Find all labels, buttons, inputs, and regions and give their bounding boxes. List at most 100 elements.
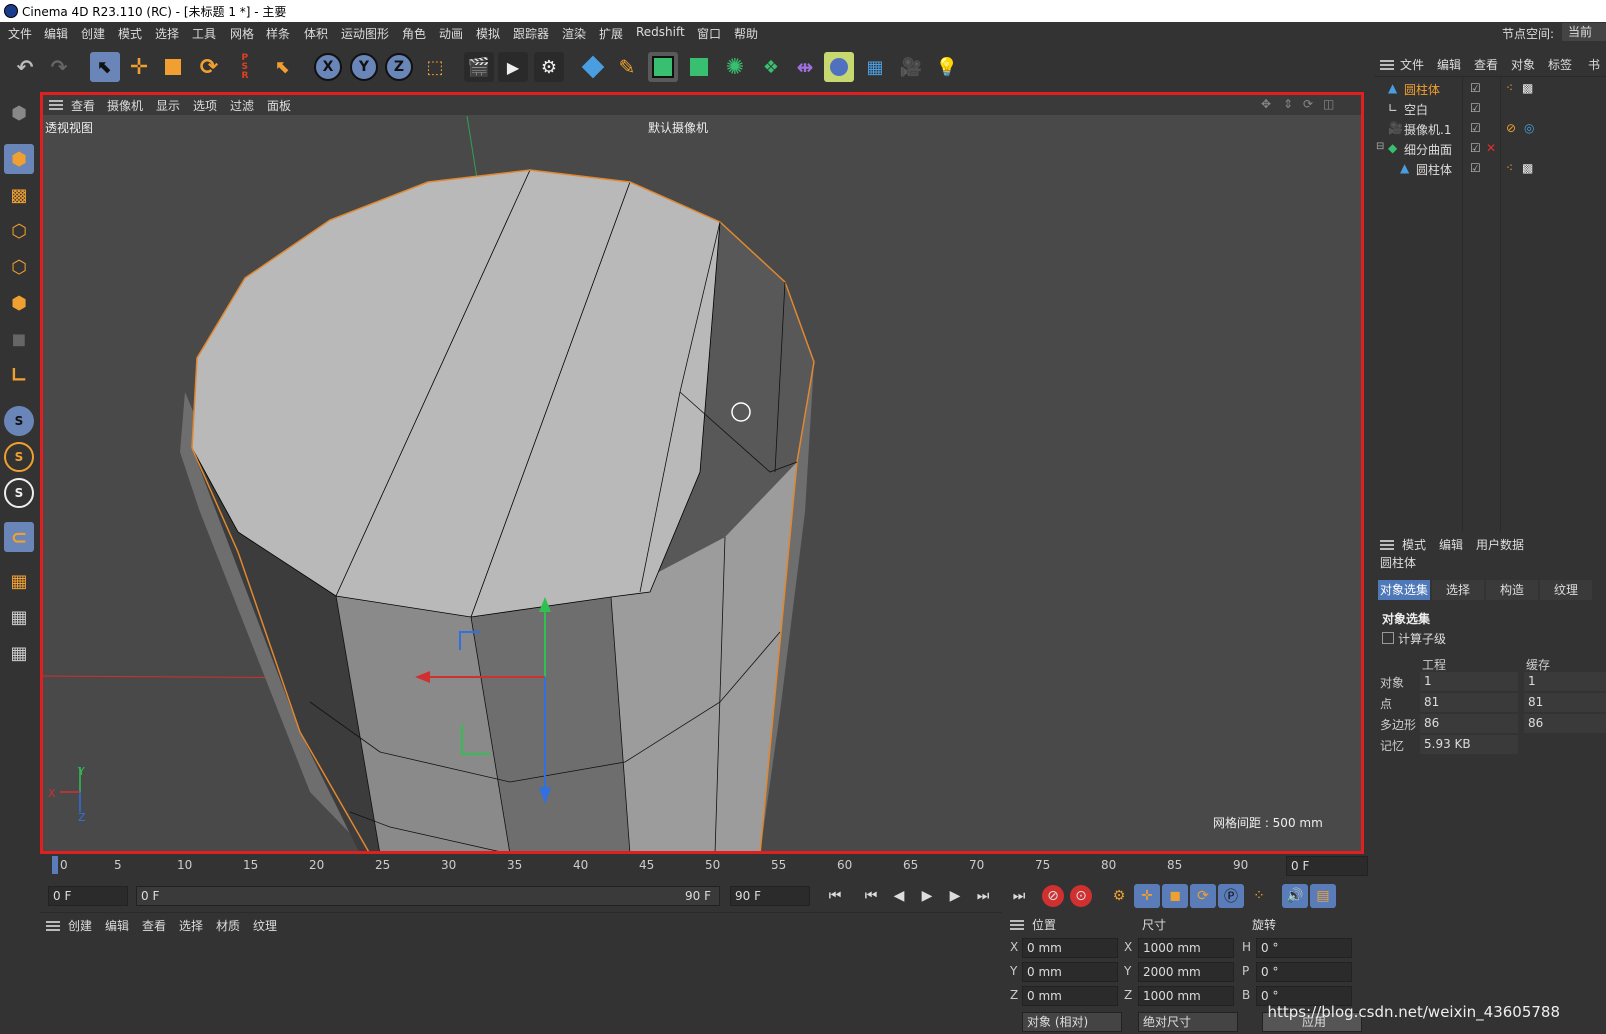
phong-tag-icon[interactable]: ⁖	[1506, 81, 1513, 95]
mat-menu-select[interactable]: 选择	[179, 917, 203, 934]
undo-icon[interactable]: ↶	[10, 52, 40, 82]
key-pla-icon[interactable]: ⁘	[1246, 884, 1272, 908]
menu-redshift[interactable]: Redshift	[636, 25, 685, 39]
uvw-tag-icon[interactable]: ▩	[1522, 161, 1533, 175]
key-parameter-icon[interactable]: Ⓟ	[1218, 884, 1244, 908]
play-icon[interactable]: ▶	[914, 884, 940, 908]
uv-mode-icon[interactable]: ◼	[4, 324, 34, 354]
perspective-viewport[interactable]: 查看 摄像机 显示 选项 过滤 面板 ✥ ⇕ ⟳ ◫ 透视视图 默认摄像机 网格…	[40, 92, 1364, 854]
menu-animation[interactable]: 动画	[439, 25, 463, 42]
coordinate-system-icon[interactable]: ⬚	[420, 52, 450, 82]
object-row-null[interactable]: ∟ 空白 ☑	[1374, 99, 1606, 119]
obj-menu-tags[interactable]: 标签	[1548, 56, 1572, 73]
menu-tools[interactable]: 工具	[192, 25, 216, 42]
phong-tag-icon[interactable]: ⁖	[1506, 161, 1513, 175]
position-y-field[interactable]: 0 mm	[1022, 962, 1118, 982]
playhead[interactable]	[52, 856, 58, 874]
move-tool-icon[interactable]: ✛	[124, 52, 154, 82]
size-x-field[interactable]: 1000 mm	[1138, 938, 1234, 958]
point-mode-icon[interactable]: ⬡	[4, 216, 34, 246]
start-frame-field[interactable]: 0 F	[48, 886, 128, 906]
menu-window[interactable]: 窗口	[697, 25, 721, 42]
sound-icon[interactable]: 🔊	[1282, 884, 1308, 908]
menu-spline[interactable]: 样条	[266, 25, 290, 42]
render-settings-icon[interactable]: ⚙	[534, 52, 564, 82]
size-y-field[interactable]: 2000 mm	[1138, 962, 1234, 982]
next-frame-icon[interactable]: ▶	[942, 884, 968, 908]
menu-mograph[interactable]: 运动图形	[341, 25, 389, 42]
go-to-start-icon[interactable]: ⏮	[822, 884, 848, 908]
solo-off-button[interactable]: S	[4, 478, 34, 508]
uvw-tag-icon[interactable]: ▩	[1522, 81, 1533, 95]
next-key-icon[interactable]: ⏭	[970, 884, 996, 908]
locked-workplane-icon[interactable]: ▦	[4, 602, 34, 632]
key-position-icon[interactable]: ✛	[1134, 884, 1160, 908]
render-picture-viewer-icon[interactable]: ▶	[498, 52, 528, 82]
subdivision-generator-icon[interactable]	[648, 52, 678, 82]
key-scale-icon[interactable]: ◼	[1162, 884, 1188, 908]
axis-z-button[interactable]: Z	[385, 53, 413, 81]
solo-button[interactable]: S	[4, 406, 34, 436]
solo-hierarchy-button[interactable]: S	[4, 442, 34, 472]
menu-volume[interactable]: 体积	[304, 25, 328, 42]
rotate-tool-icon[interactable]: ⟳	[194, 52, 224, 82]
size-mode-select[interactable]: 绝对尺寸	[1138, 1012, 1238, 1032]
workplane-icon[interactable]: ▦	[4, 566, 34, 596]
pen-spline-icon[interactable]: ✎	[612, 52, 642, 82]
size-z-field[interactable]: 1000 mm	[1138, 986, 1234, 1006]
field-icon[interactable]	[824, 52, 854, 82]
visibility-check-icon[interactable]: ☑	[1470, 161, 1481, 175]
recent-tool-icon[interactable]: ⬉	[268, 52, 298, 82]
texture-mode-icon[interactable]: ▩	[4, 180, 34, 210]
mograph-icon[interactable]: ❖	[756, 52, 786, 82]
floor-icon[interactable]: ▦	[860, 52, 890, 82]
previous-frame-icon[interactable]: ◀	[886, 884, 912, 908]
menu-simulate[interactable]: 模拟	[476, 25, 500, 42]
make-editable-icon[interactable]: ⬢	[4, 98, 34, 128]
current-frame-field[interactable]: 0 F	[1286, 856, 1368, 876]
compute-children-checkbox[interactable]	[1382, 632, 1394, 644]
timeline-ruler[interactable]: 0 5 10 15 20 25 30 35 40 45 50 55 60 65 …	[40, 856, 1370, 878]
mat-menu-edit[interactable]: 编辑	[105, 917, 129, 934]
mat-menu-material[interactable]: 材质	[216, 917, 240, 934]
edge-mode-icon[interactable]: ⬡	[4, 252, 34, 282]
position-z-field[interactable]: 0 mm	[1022, 986, 1118, 1006]
obj-menu-file[interactable]: 文件	[1400, 56, 1424, 73]
mat-menu-view[interactable]: 查看	[142, 917, 166, 934]
collapse-icon[interactable]: ⊟	[1376, 141, 1384, 152]
menu-tracker[interactable]: 跟踪器	[513, 25, 549, 42]
scale-tool-icon[interactable]	[158, 52, 188, 82]
planar-workplane-icon[interactable]: ▦	[4, 638, 34, 668]
record-keys-icon[interactable]: ⊘	[1042, 885, 1064, 907]
timeline-window-icon[interactable]: ▤	[1310, 884, 1336, 908]
cloner-icon[interactable]: ✺	[720, 52, 750, 82]
menu-mesh[interactable]: 网格	[230, 25, 254, 42]
polygon-mode-icon[interactable]: ⬢	[4, 288, 34, 318]
axis-x-button[interactable]: X	[314, 53, 342, 81]
render-view-icon[interactable]: 🎬	[464, 52, 494, 82]
obj-menu-view[interactable]: 查看	[1474, 56, 1498, 73]
tab-select[interactable]: 选择	[1432, 580, 1484, 600]
axis-mode-icon[interactable]: ∟	[4, 360, 34, 390]
target-tag-icon[interactable]: ◎	[1524, 121, 1534, 135]
keyframe-selection-icon[interactable]: ⚙	[1106, 884, 1132, 908]
menu-edit[interactable]: 编辑	[44, 25, 68, 42]
camera-icon[interactable]: 🎥	[896, 52, 926, 82]
menu-create[interactable]: 创建	[81, 25, 105, 42]
menu-select[interactable]: 选择	[155, 25, 179, 42]
go-to-end-icon[interactable]: ⏭	[1006, 884, 1032, 908]
menu-file[interactable]: 文件	[8, 25, 32, 42]
menu-help[interactable]: 帮助	[734, 25, 758, 42]
node-space-select[interactable]: 当前	[1562, 23, 1606, 41]
frame-range-slider[interactable]: 0 F 90 F	[136, 886, 720, 906]
rotation-h-field[interactable]: 0 °	[1256, 938, 1352, 958]
previous-key-icon[interactable]: ⏮	[858, 884, 884, 908]
attr-menu-userdata[interactable]: 用户数据	[1476, 536, 1524, 553]
deformer-icon[interactable]: ⇹	[790, 52, 820, 82]
psr-tool-icon[interactable]: PSR	[230, 52, 260, 82]
redo-icon[interactable]: ↷	[44, 52, 74, 82]
menu-extensions[interactable]: 扩展	[599, 25, 623, 42]
extrude-generator-icon[interactable]	[684, 52, 714, 82]
coordinate-mode-select[interactable]: 对象 (相对)	[1022, 1012, 1122, 1032]
visibility-check-icon[interactable]: ☑	[1470, 141, 1481, 155]
